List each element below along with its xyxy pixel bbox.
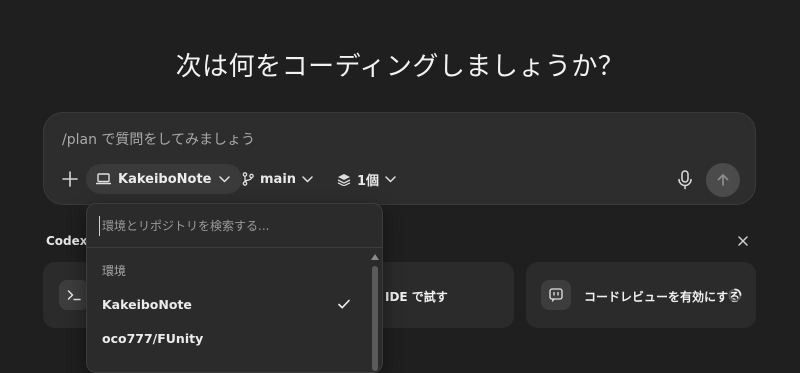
arrow-up-icon <box>717 174 729 186</box>
dropdown-item-kakeibonote[interactable]: KakeiboNote <box>87 288 369 320</box>
versions-selector[interactable]: 1個 <box>337 164 396 194</box>
close-icon[interactable] <box>737 235 749 247</box>
chevron-down-icon <box>302 175 313 182</box>
review-icon <box>541 280 571 310</box>
environment-search-input[interactable] <box>99 216 362 236</box>
chevron-down-icon <box>385 175 396 182</box>
plus-icon[interactable] <box>60 169 80 189</box>
branch-label: main <box>260 171 297 187</box>
dropdown-scrollbar[interactable] <box>372 266 378 371</box>
scroll-up-icon[interactable] <box>371 254 379 260</box>
terminal-icon <box>59 280 89 310</box>
dropdown-search <box>87 204 382 248</box>
check-icon <box>338 299 350 309</box>
suggestions-heading: Codex <box>46 234 88 248</box>
suggestion-card-label: コードレビューを有効にする <box>584 290 741 304</box>
chevron-down-icon <box>218 175 230 182</box>
send-button[interactable] <box>706 163 740 197</box>
laptop-icon <box>96 173 111 185</box>
dropdown-item-label: oco777/FUnity <box>102 330 204 346</box>
spinner-icon <box>728 288 742 302</box>
dropdown-section-label: 環境 <box>102 264 127 278</box>
prompt-composer: /plan で質問をしてみましょう KakeiboNote main 1個 <box>43 112 756 205</box>
branch-selector[interactable]: main <box>242 164 313 194</box>
environment-label: KakeiboNote <box>118 171 212 187</box>
layers-icon <box>337 173 351 186</box>
dropdown-item-funity[interactable]: oco777/FUnity <box>87 322 369 354</box>
dropdown-item-label: KakeiboNote <box>102 296 192 312</box>
suggestion-card-code-review[interactable]: コードレビューを有効にする <box>526 262 756 328</box>
environment-selector[interactable]: KakeiboNote <box>86 164 242 194</box>
branch-icon <box>242 172 254 186</box>
page-headline: 次は何をコーディングしましょうか？ <box>175 52 625 82</box>
suggestion-card-label: IDE で試す <box>385 290 448 304</box>
microphone-icon[interactable] <box>676 170 694 190</box>
versions-label: 1個 <box>357 173 380 189</box>
prompt-input[interactable]: /plan で質問をしてみましょう <box>62 129 255 149</box>
environment-dropdown: 環境 KakeiboNote oco777/FUnity <box>86 203 383 373</box>
